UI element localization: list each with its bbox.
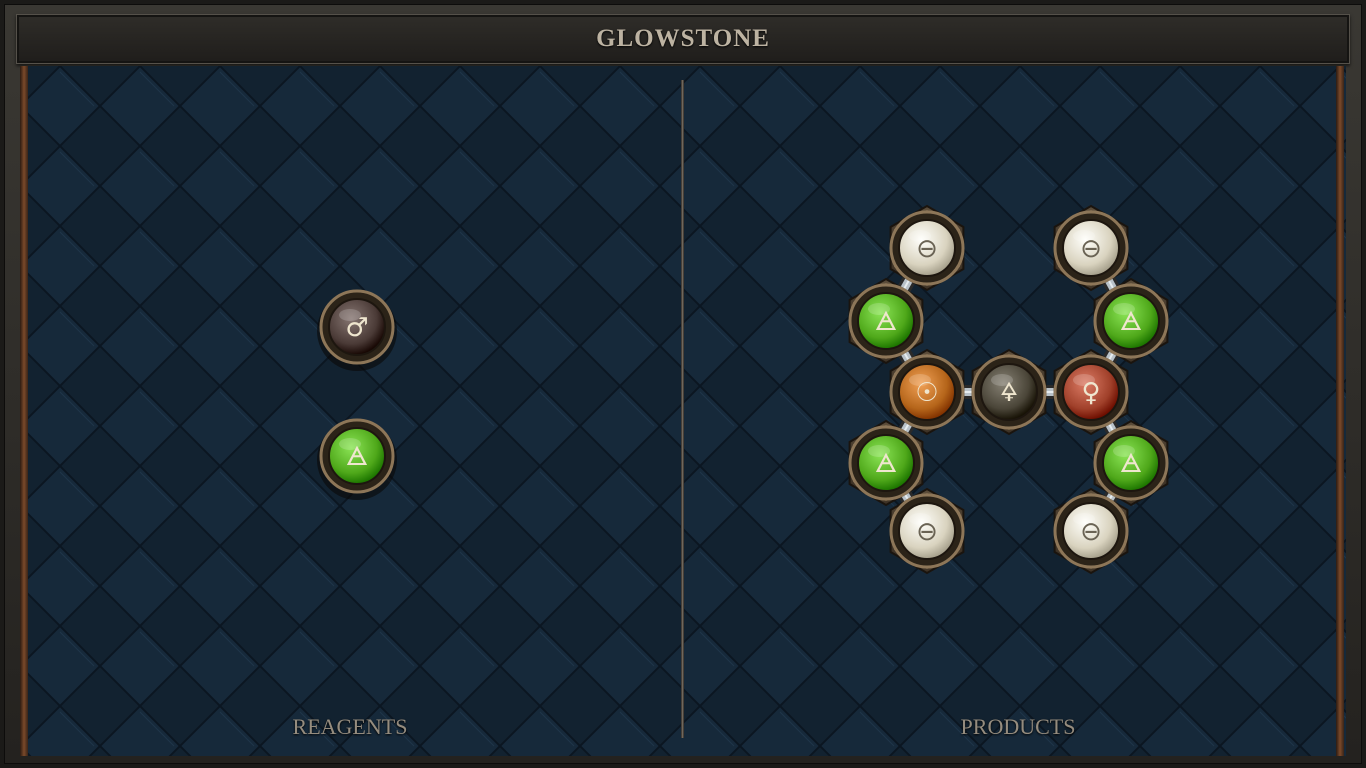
- salt-glyph: ⊖: [1080, 234, 1102, 264]
- product-salt-atom[interactable]: ⊖: [1053, 204, 1129, 292]
- salt-glyph: ⊖: [1080, 517, 1102, 547]
- product-copper-atom[interactable]: ♀: [1053, 348, 1129, 436]
- product-air-atom[interactable]: 🜁: [1093, 419, 1169, 507]
- reagent-iron-atom[interactable]: ♂: [317, 289, 397, 371]
- air-glyph: 🜁: [1120, 449, 1143, 479]
- air-glyph: 🜁: [1120, 307, 1143, 337]
- product-salt-atom[interactable]: ⊖: [1053, 487, 1129, 575]
- copper-glyph: ♀: [1081, 378, 1100, 408]
- product-air-atom[interactable]: 🜁: [1093, 277, 1169, 365]
- salt-glyph: ⊖: [916, 234, 938, 264]
- product-gold-atom[interactable]: ☉: [889, 348, 965, 436]
- salt-glyph: ⊖: [916, 517, 938, 547]
- sulfur-glyph: 🜍: [1000, 378, 1018, 408]
- reagent-air-atom[interactable]: 🜁: [317, 418, 397, 500]
- product-sulfur-atom[interactable]: 🜍: [971, 348, 1047, 436]
- product-air-atom[interactable]: 🜁: [848, 277, 924, 365]
- air-glyph: 🜁: [875, 449, 898, 479]
- air-glyph: 🜁: [875, 307, 898, 337]
- iron-glyph: ♂: [345, 313, 368, 343]
- gold-glyph: ☉: [915, 378, 938, 408]
- product-salt-atom[interactable]: ⊖: [889, 204, 965, 292]
- reagents-label: REAGENTS: [292, 714, 408, 739]
- air-glyph: 🜁: [346, 442, 369, 472]
- products-label: PRODUCTS: [960, 714, 1076, 739]
- molecule-layer: ⊖ 🜁 ☉ 🜁 ⊖ 🜍 ⊖ 🜁 ♀ 🜁 ⊖ ♂ 🜁: [317, 204, 1169, 575]
